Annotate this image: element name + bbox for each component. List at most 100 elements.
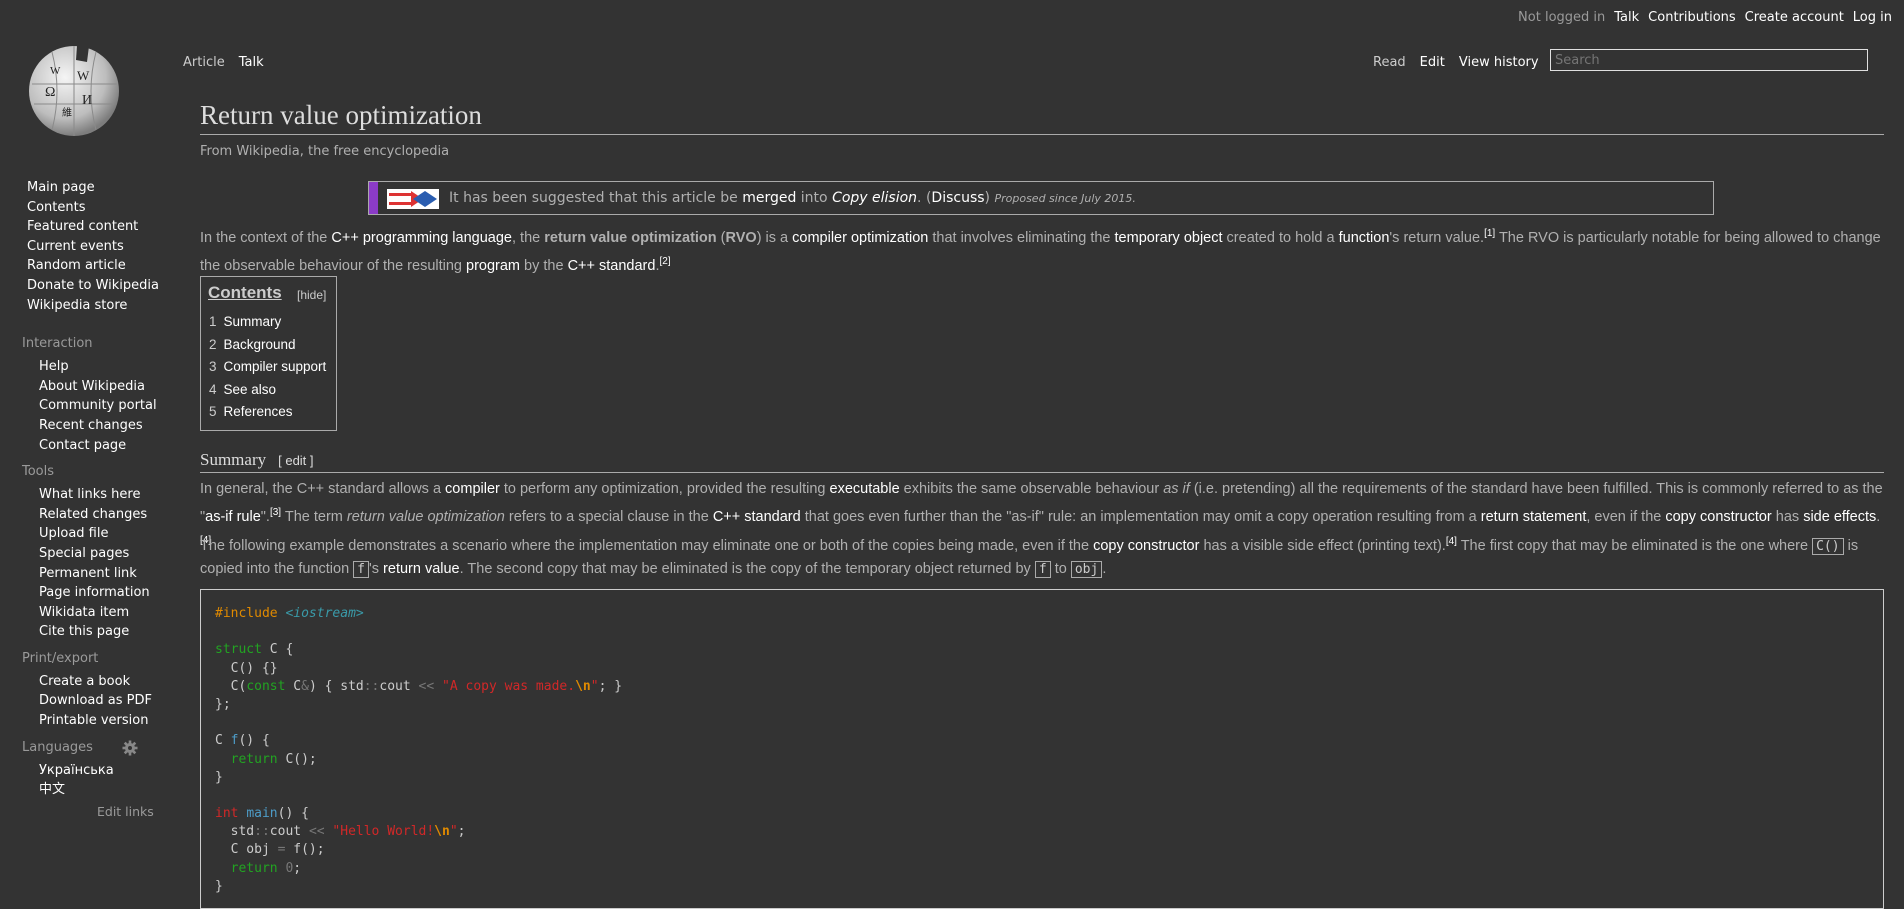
sidebar-item-what-links-here[interactable]: What links here — [39, 485, 180, 505]
section-edit-link[interactable]: [ edit ] — [278, 453, 313, 468]
discuss-link[interactable]: Discuss — [931, 190, 984, 206]
contributions-link[interactable]: Contributions — [1648, 10, 1736, 25]
toc-hide-toggle[interactable]: [hide] — [297, 288, 326, 302]
side-effects-link[interactable]: side effects — [1803, 509, 1876, 525]
sidebar-item-printable-version[interactable]: Printable version — [39, 711, 180, 731]
sidebar-item-contents[interactable]: Contents — [27, 198, 180, 218]
tab-edit[interactable]: Edit — [1420, 55, 1445, 70]
sidebar-item-random-article[interactable]: Random article — [27, 256, 180, 276]
sidebar-item-download-pdf[interactable]: Download as PDF — [39, 691, 180, 711]
as-if-rule-link[interactable]: as-if rule — [205, 509, 261, 525]
summary-paragraph-2: The following example demonstrates a sce… — [200, 530, 1890, 581]
create-account-link[interactable]: Create account — [1745, 10, 1844, 25]
not-logged-in-label: Not logged in — [1518, 10, 1606, 25]
sidebar-item-special-pages[interactable]: Special pages — [39, 544, 180, 564]
sidebar-item-donate[interactable]: Donate to Wikipedia — [27, 276, 180, 296]
sidebar-item-recent-changes[interactable]: Recent changes — [39, 416, 180, 436]
edit-links[interactable]: Edit links — [0, 804, 180, 819]
code-token: cout — [379, 678, 419, 694]
code-token: :: — [254, 824, 270, 840]
toc-item-summary[interactable]: 1 Summary — [209, 311, 326, 334]
portal-heading-print-export: Print/export — [22, 650, 99, 666]
site-subtitle: From Wikipedia, the free encyclopedia — [200, 144, 450, 159]
cpp-standard-link[interactable]: C++ standard — [568, 258, 656, 274]
code-token: C — [285, 678, 302, 694]
toc-item-references[interactable]: 5 References — [209, 401, 326, 424]
reference-1[interactable]: [1] — [1484, 228, 1495, 239]
talk-link[interactable]: Talk — [1614, 10, 1639, 25]
sidebar-item-wikidata-item[interactable]: Wikidata item — [39, 603, 180, 623]
merge-text-pre: It has been suggested that this article … — [449, 190, 743, 206]
sidebar-item-page-information[interactable]: Page information — [39, 583, 180, 603]
sidebar-item-store[interactable]: Wikipedia store — [27, 296, 180, 316]
text: by the — [520, 257, 568, 274]
merge-notice-text: It has been suggested that this article … — [449, 190, 1136, 206]
toc-item-compiler-support[interactable]: 3 Compiler support — [209, 356, 326, 379]
code-token: return — [215, 860, 278, 876]
cpp-link[interactable]: C++ — [331, 230, 358, 246]
text: ) is a — [756, 229, 793, 246]
reference-3[interactable]: [3] — [270, 507, 281, 518]
code-token: std — [215, 824, 255, 840]
sidebar-item-community-portal[interactable]: Community portal — [39, 396, 180, 416]
svg-text:W: W — [50, 65, 61, 77]
sidebar-item-featured-content[interactable]: Featured content — [27, 217, 180, 237]
sidebar-item-main-page[interactable]: Main page — [27, 178, 180, 198]
merged-link[interactable]: merged — [742, 190, 796, 206]
tab-talk[interactable]: Talk — [239, 55, 264, 70]
section-heading-summary: Summary [ edit ] — [200, 450, 1884, 473]
sidebar-item-upload-file[interactable]: Upload file — [39, 524, 180, 544]
svg-text:И: И — [82, 93, 92, 108]
toc-item-background[interactable]: 2 Background — [209, 334, 326, 357]
sidebar-item-permanent-link[interactable]: Permanent link — [39, 564, 180, 584]
portal-tools: Tools What links here Related changes Up… — [0, 463, 180, 642]
compiler-link[interactable]: compiler — [445, 481, 500, 497]
function-link[interactable]: function — [1339, 230, 1390, 246]
text: to perform any optimization, provided th… — [499, 481, 830, 497]
sidebar-item-lang-ukrainian[interactable]: Українська — [39, 761, 180, 781]
sidebar-item-about[interactable]: About Wikipedia — [39, 377, 180, 397]
sidebar: Main page Contents Featured content Curr… — [0, 178, 180, 819]
programming-language-link[interactable]: programming language — [363, 230, 512, 246]
sidebar-item-lang-chinese[interactable]: 中文 — [39, 780, 180, 800]
text: The following example demonstrates a sce… — [200, 537, 1094, 554]
wikipedia-logo[interactable]: Ω W W И 維 — [22, 44, 127, 138]
sidebar-item-cite-this-page[interactable]: Cite this page — [39, 622, 180, 642]
inline-code: f — [353, 560, 369, 578]
sidebar-item-create-book[interactable]: Create a book — [39, 672, 180, 692]
copy-constructor-link[interactable]: copy constructor — [1665, 509, 1771, 525]
copy-elision-link[interactable]: Copy elision — [832, 190, 917, 206]
reference-2[interactable]: [2] — [659, 256, 670, 267]
toc-label: See also — [223, 381, 277, 397]
sidebar-item-current-events[interactable]: Current events — [27, 237, 180, 257]
toc-number: 1 — [209, 314, 217, 329]
merge-text-mid: into — [796, 190, 833, 206]
return-statement-link[interactable]: return statement — [1481, 509, 1587, 525]
code-token: }; — [215, 696, 231, 712]
sidebar-item-help[interactable]: Help — [39, 357, 180, 377]
sidebar-item-related-changes[interactable]: Related changes — [39, 505, 180, 525]
svg-text:維: 維 — [62, 106, 72, 119]
compiler-optimization-link[interactable]: compiler optimization — [792, 230, 928, 246]
code-token: ) { std — [308, 678, 364, 694]
search-input[interactable] — [1550, 49, 1868, 71]
tab-article[interactable]: Article — [183, 55, 225, 70]
gear-icon[interactable] — [122, 740, 138, 756]
return-value-link[interactable]: return value — [383, 561, 460, 577]
text: created to hold a — [1222, 229, 1339, 246]
tab-read[interactable]: Read — [1373, 55, 1406, 70]
temporary-object-link[interactable]: temporary object — [1115, 230, 1223, 246]
sidebar-item-contact[interactable]: Contact page — [39, 436, 180, 456]
cpp-standard-link[interactable]: C++ standard — [713, 509, 801, 525]
inline-code: f — [1034, 560, 1051, 578]
tab-view-history[interactable]: View history — [1459, 55, 1539, 70]
reference-4[interactable]: [4] — [1446, 536, 1457, 547]
toc-item-see-also[interactable]: 4 See also — [209, 379, 326, 402]
program-link[interactable]: program — [466, 258, 520, 274]
login-link[interactable]: Log in — [1853, 10, 1892, 25]
copy-constructor-link[interactable]: copy constructor — [1093, 538, 1199, 554]
text: ( — [716, 229, 726, 246]
bold-term: RVO — [725, 229, 757, 246]
executable-link[interactable]: executable — [830, 481, 900, 497]
